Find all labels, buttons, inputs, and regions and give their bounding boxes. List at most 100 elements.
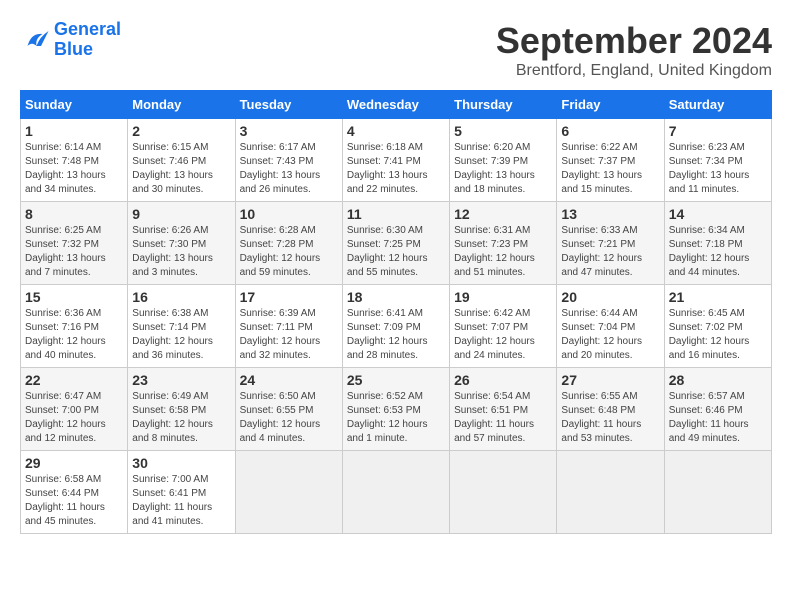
day-detail: Sunrise: 6:28 AM Sunset: 7:28 PM Dayligh… xyxy=(240,224,338,280)
calendar-cell: 18Sunrise: 6:41 AM Sunset: 7:09 PM Dayli… xyxy=(342,285,449,368)
page-header: General Blue September 2024 Brentford, E… xyxy=(20,20,772,80)
calendar-cell: 10 Sunrise: 6:28 AM Sunset: 7:28 PM Dayli… xyxy=(235,202,342,285)
day-detail: Sunrise: 6:25 AM Sunset: 7:32 PM Dayligh… xyxy=(25,224,123,280)
day-number: 27 xyxy=(561,372,659,388)
header-saturday: Saturday xyxy=(664,91,771,119)
calendar-cell: 15Sunrise: 6:36 AM Sunset: 7:16 PM Dayli… xyxy=(21,285,128,368)
day-number: 8 xyxy=(25,206,123,222)
calendar-cell: 22Sunrise: 6:47 AM Sunset: 7:00 PM Dayli… xyxy=(21,368,128,451)
logo-text: General Blue xyxy=(54,20,121,60)
calendar-cell: 2Sunrise: 6:15 AM Sunset: 7:46 PM Daylig… xyxy=(128,119,235,202)
calendar-cell: 9 Sunrise: 6:26 AM Sunset: 7:30 PM Daylig… xyxy=(128,202,235,285)
day-detail: Sunrise: 6:57 AM Sunset: 6:46 PM Dayligh… xyxy=(669,390,767,446)
day-detail: Sunrise: 6:18 AM Sunset: 7:41 PM Dayligh… xyxy=(347,141,445,197)
calendar-cell: 3 Sunrise: 6:17 AM Sunset: 7:43 PM Daylig… xyxy=(235,119,342,202)
day-number: 19 xyxy=(454,289,552,305)
calendar-cell: 11Sunrise: 6:30 AM Sunset: 7:25 PM Dayli… xyxy=(342,202,449,285)
calendar-week-1: 1 Sunrise: 6:14 AM Sunset: 7:48 PM Daylig… xyxy=(21,119,772,202)
day-number: 25 xyxy=(347,372,445,388)
day-detail: Sunrise: 6:50 AM Sunset: 6:55 PM Dayligh… xyxy=(240,390,338,446)
day-number: 4 xyxy=(347,123,445,139)
header-tuesday: Tuesday xyxy=(235,91,342,119)
location-subtitle: Brentford, England, United Kingdom xyxy=(496,62,772,80)
calendar-cell: 27 Sunrise: 6:55 AM Sunset: 6:48 PM Dayli… xyxy=(557,368,664,451)
day-number: 6 xyxy=(561,123,659,139)
calendar-cell: 6 Sunrise: 6:22 AM Sunset: 7:37 PM Daylig… xyxy=(557,119,664,202)
calendar-cell xyxy=(450,451,557,534)
day-number: 28 xyxy=(669,372,767,388)
day-number: 3 xyxy=(240,123,338,139)
calendar-cell xyxy=(235,451,342,534)
day-number: 1 xyxy=(25,123,123,139)
day-number: 16 xyxy=(132,289,230,305)
header-thursday: Thursday xyxy=(450,91,557,119)
day-number: 30 xyxy=(132,455,230,471)
day-detail: Sunrise: 6:36 AM Sunset: 7:16 PM Dayligh… xyxy=(25,307,123,363)
calendar-cell: 26 Sunrise: 6:54 AM Sunset: 6:51 PM Dayli… xyxy=(450,368,557,451)
day-detail: Sunrise: 6:26 AM Sunset: 7:30 PM Dayligh… xyxy=(132,224,230,280)
day-number: 13 xyxy=(561,206,659,222)
day-detail: Sunrise: 6:52 AM Sunset: 6:53 PM Dayligh… xyxy=(347,390,445,446)
day-detail: Sunrise: 6:55 AM Sunset: 6:48 PM Dayligh… xyxy=(561,390,659,446)
day-detail: Sunrise: 6:45 AM Sunset: 7:02 PM Dayligh… xyxy=(669,307,767,363)
day-detail: Sunrise: 6:34 AM Sunset: 7:18 PM Dayligh… xyxy=(669,224,767,280)
calendar-cell: 25 Sunrise: 6:52 AM Sunset: 6:53 PM Dayli… xyxy=(342,368,449,451)
calendar-cell xyxy=(557,451,664,534)
day-detail: Sunrise: 6:58 AM Sunset: 6:44 PM Dayligh… xyxy=(25,473,123,529)
calendar-cell: 8 Sunrise: 6:25 AM Sunset: 7:32 PM Daylig… xyxy=(21,202,128,285)
calendar-cell: 12 Sunrise: 6:31 AM Sunset: 7:23 PM Dayli… xyxy=(450,202,557,285)
header-friday: Friday xyxy=(557,91,664,119)
day-number: 26 xyxy=(454,372,552,388)
calendar-cell: 24 Sunrise: 6:50 AM Sunset: 6:55 PM Dayli… xyxy=(235,368,342,451)
day-detail: Sunrise: 6:31 AM Sunset: 7:23 PM Dayligh… xyxy=(454,224,552,280)
calendar-header-row: SundayMondayTuesdayWednesdayThursdayFrid… xyxy=(21,91,772,119)
day-detail: Sunrise: 6:47 AM Sunset: 7:00 PM Dayligh… xyxy=(25,390,123,446)
day-detail: Sunrise: 6:54 AM Sunset: 6:51 PM Dayligh… xyxy=(454,390,552,446)
day-number: 23 xyxy=(132,372,230,388)
logo: General Blue xyxy=(20,20,121,60)
day-number: 2 xyxy=(132,123,230,139)
day-detail: Sunrise: 7:00 AM Sunset: 6:41 PM Dayligh… xyxy=(132,473,230,529)
calendar-cell: 21 Sunrise: 6:45 AM Sunset: 7:02 PM Dayli… xyxy=(664,285,771,368)
day-detail: Sunrise: 6:39 AM Sunset: 7:11 PM Dayligh… xyxy=(240,307,338,363)
calendar-cell: 4 Sunrise: 6:18 AM Sunset: 7:41 PM Daylig… xyxy=(342,119,449,202)
day-number: 10 xyxy=(240,206,338,222)
day-detail: Sunrise: 6:23 AM Sunset: 7:34 PM Dayligh… xyxy=(669,141,767,197)
calendar-cell xyxy=(342,451,449,534)
day-number: 5 xyxy=(454,123,552,139)
logo-icon xyxy=(20,25,50,55)
calendar-cell: 28 Sunrise: 6:57 AM Sunset: 6:46 PM Dayli… xyxy=(664,368,771,451)
day-detail: Sunrise: 6:44 AM Sunset: 7:04 PM Dayligh… xyxy=(561,307,659,363)
day-number: 12 xyxy=(454,206,552,222)
day-number: 14 xyxy=(669,206,767,222)
calendar-week-4: 22Sunrise: 6:47 AM Sunset: 7:00 PM Dayli… xyxy=(21,368,772,451)
day-detail: Sunrise: 6:49 AM Sunset: 6:58 PM Dayligh… xyxy=(132,390,230,446)
calendar-cell: 29 Sunrise: 6:58 AM Sunset: 6:44 PM Dayli… xyxy=(21,451,128,534)
calendar-cell: 30 Sunrise: 7:00 AM Sunset: 6:41 PM Dayli… xyxy=(128,451,235,534)
calendar-cell: 13Sunrise: 6:33 AM Sunset: 7:21 PM Dayli… xyxy=(557,202,664,285)
day-detail: Sunrise: 6:30 AM Sunset: 7:25 PM Dayligh… xyxy=(347,224,445,280)
header-monday: Monday xyxy=(128,91,235,119)
title-section: September 2024 Brentford, England, Unite… xyxy=(496,20,772,80)
calendar-week-2: 8 Sunrise: 6:25 AM Sunset: 7:32 PM Daylig… xyxy=(21,202,772,285)
day-number: 24 xyxy=(240,372,338,388)
header-sunday: Sunday xyxy=(21,91,128,119)
day-number: 29 xyxy=(25,455,123,471)
month-title: September 2024 xyxy=(496,20,772,62)
day-number: 17 xyxy=(240,289,338,305)
calendar-cell: 17 Sunrise: 6:39 AM Sunset: 7:11 PM Dayli… xyxy=(235,285,342,368)
calendar-cell: 20 Sunrise: 6:44 AM Sunset: 7:04 PM Dayli… xyxy=(557,285,664,368)
calendar-cell xyxy=(664,451,771,534)
day-detail: Sunrise: 6:22 AM Sunset: 7:37 PM Dayligh… xyxy=(561,141,659,197)
calendar-table: SundayMondayTuesdayWednesdayThursdayFrid… xyxy=(20,90,772,534)
day-number: 21 xyxy=(669,289,767,305)
calendar-cell: 16Sunrise: 6:38 AM Sunset: 7:14 PM Dayli… xyxy=(128,285,235,368)
day-number: 7 xyxy=(669,123,767,139)
day-detail: Sunrise: 6:14 AM Sunset: 7:48 PM Dayligh… xyxy=(25,141,123,197)
calendar-week-5: 29 Sunrise: 6:58 AM Sunset: 6:44 PM Dayli… xyxy=(21,451,772,534)
day-number: 9 xyxy=(132,206,230,222)
day-detail: Sunrise: 6:17 AM Sunset: 7:43 PM Dayligh… xyxy=(240,141,338,197)
calendar-cell: 19Sunrise: 6:42 AM Sunset: 7:07 PM Dayli… xyxy=(450,285,557,368)
day-number: 20 xyxy=(561,289,659,305)
calendar-cell: 1 Sunrise: 6:14 AM Sunset: 7:48 PM Daylig… xyxy=(21,119,128,202)
